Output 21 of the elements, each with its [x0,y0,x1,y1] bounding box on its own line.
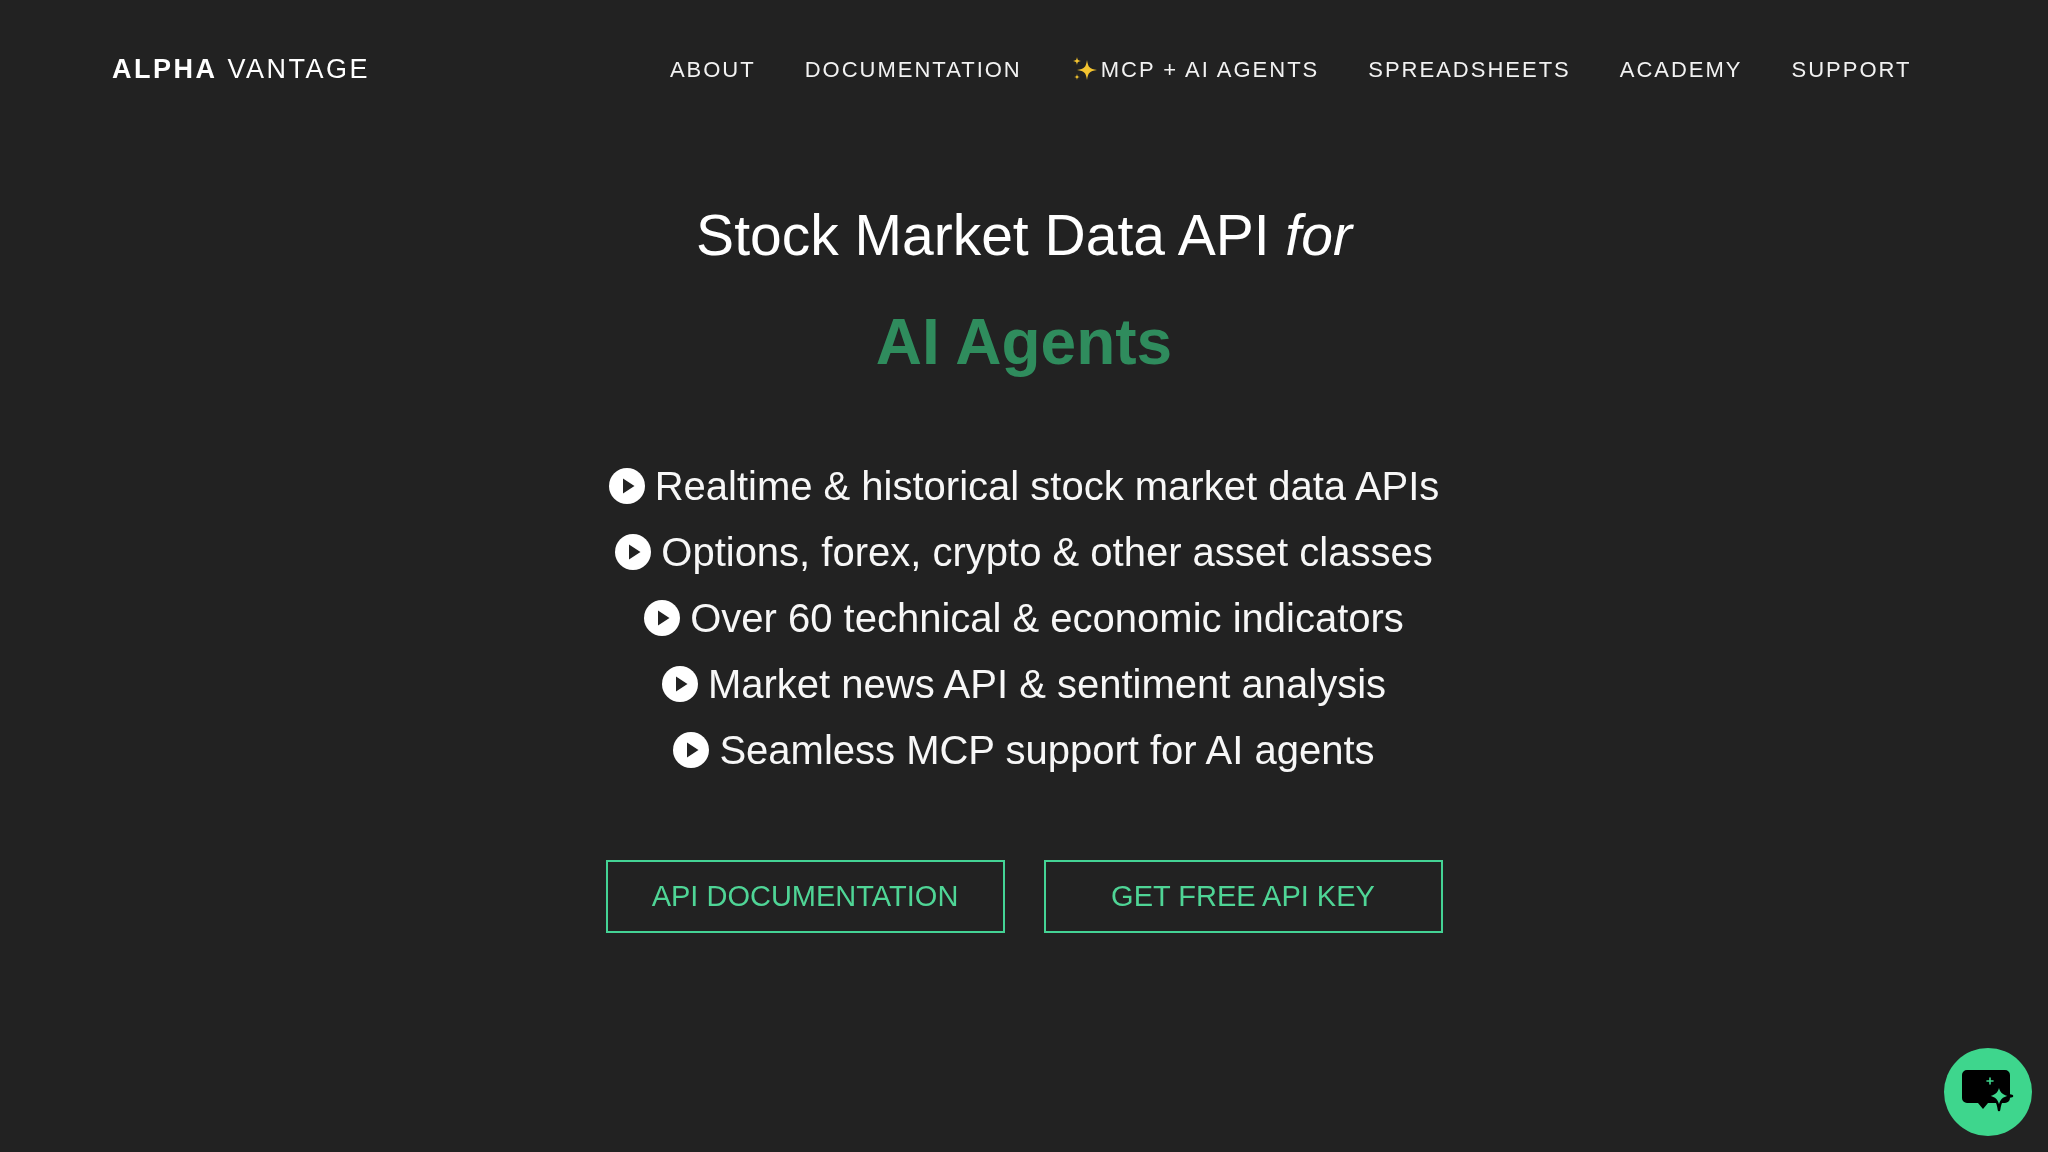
nav-link[interactable]: DOCUMENTATION [780,52,1047,86]
feature-text: Realtime & historical stock market data APIs [654,463,1440,510]
play-circle-icon [608,468,645,504]
hero-highlight: AI Agents [874,305,1174,380]
nav-link[interactable]: ACADEMY [1595,52,1768,86]
site-logo[interactable]: ALPHA VANTAGE [112,48,371,90]
play-circle-icon [673,732,710,768]
play-circle-icon [615,534,652,570]
nav-link[interactable]: ABOUT [645,52,781,86]
hero-title: Stock Market Data API for [695,202,1355,269]
cta-button[interactable]: GET FREE API KEY [1043,860,1443,933]
nav-link[interactable]: SPREADSHEETS [1343,52,1596,86]
nav-link[interactable]: MCP + AI AGENTS [1046,52,1344,86]
play-circle-icon [644,600,681,636]
cta-button[interactable]: API DOCUMENTATION [605,860,1005,933]
feature-text: Over 60 technical & economic indicators [690,595,1404,642]
play-circle-icon [661,666,698,702]
feature-text: Options, forex, crypto & other asset classes [661,529,1433,576]
feature-text: Seamless MCP support for AI agents [719,727,1375,774]
feature-text: Market news API & sentiment analysis [707,661,1387,708]
nav-link[interactable]: SUPPORT [1767,52,1936,86]
